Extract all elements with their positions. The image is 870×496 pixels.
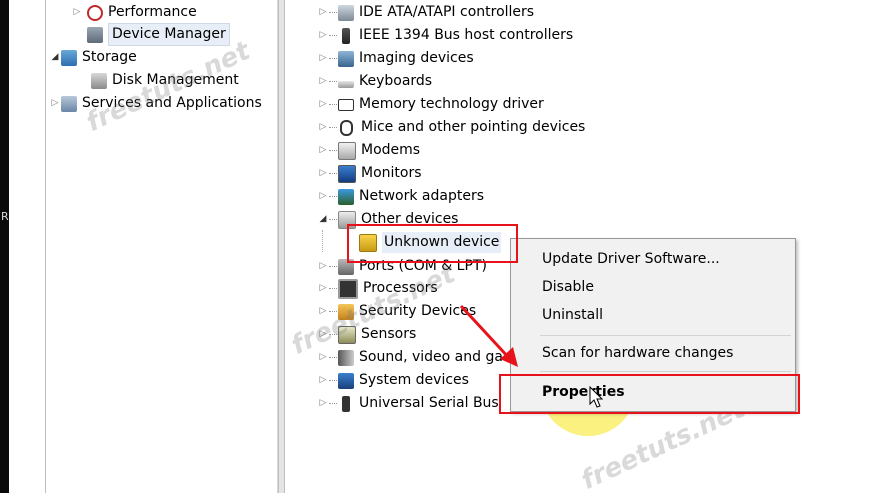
annotation-box-properties <box>499 374 800 414</box>
device-category-keyboards[interactable]: ▷ Keyboards <box>317 71 433 92</box>
tree-dots <box>329 173 337 174</box>
annotation-arrow-icon <box>459 304 518 367</box>
expand-arrow-icon[interactable]: ▷ <box>49 93 61 114</box>
ide-controller-icon <box>338 4 354 21</box>
expand-arrow-icon[interactable]: ▷ <box>71 2 83 23</box>
imaging-device-icon <box>338 50 354 67</box>
expand-arrow-icon[interactable]: ▷ <box>317 186 329 207</box>
device-category-label: Mice and other pointing devices <box>361 119 586 135</box>
tree-dots <box>329 104 337 105</box>
tree-connector-line <box>322 230 323 252</box>
tree-item-label: Device Manager <box>108 23 230 46</box>
device-category-label: Monitors <box>361 165 422 181</box>
left-edge-char: R <box>1 210 9 223</box>
device-category-usb[interactable]: ▷ Universal Serial Bus <box>317 393 499 414</box>
tree-item-label: Performance <box>108 4 197 20</box>
performance-icon <box>87 4 103 21</box>
tree-dots <box>329 150 337 151</box>
expand-arrow-icon[interactable]: ▷ <box>317 370 329 391</box>
menu-item-scan-hardware[interactable]: Scan for hardware changes <box>542 341 733 365</box>
services-icon <box>61 95 77 112</box>
device-category-memory[interactable]: ▷ Memory technology driver <box>317 94 544 115</box>
menu-item-update-driver[interactable]: Update Driver Software... <box>542 247 720 271</box>
device-category-network[interactable]: ▷ Network adapters <box>317 186 484 207</box>
expand-arrow-icon[interactable]: ▷ <box>317 163 329 184</box>
expand-arrow-icon[interactable]: ▷ <box>317 140 329 161</box>
disk-management-icon <box>91 72 107 89</box>
tree-item-device-manager[interactable]: Device Manager <box>87 23 230 46</box>
menu-item-uninstall[interactable]: Uninstall <box>542 303 603 327</box>
system-device-icon <box>338 372 354 389</box>
console-tree-pane: ▷ Performance Device Manager ◢ Storage D… <box>9 0 278 493</box>
device-category-ide[interactable]: ▷ IDE ATA/ATAPI controllers <box>317 2 534 23</box>
pane-splitter[interactable] <box>278 0 285 493</box>
device-category-label: Keyboards <box>359 73 433 89</box>
device-category-imaging[interactable]: ▷ Imaging devices <box>317 48 474 69</box>
ieee1394-icon <box>342 27 350 44</box>
modem-icon <box>338 141 356 160</box>
tree-dots <box>329 81 337 82</box>
device-category-label: Universal Serial Bus <box>359 395 499 411</box>
expand-arrow-icon[interactable]: ▷ <box>317 117 329 138</box>
tree-dots <box>329 288 337 289</box>
device-category-mice[interactable]: ▷ Mice and other pointing devices <box>317 117 585 138</box>
usb-icon <box>342 395 350 412</box>
device-category-modems[interactable]: ▷ Modems <box>317 140 420 161</box>
device-category-label: Imaging devices <box>359 50 474 66</box>
expand-arrow-icon[interactable]: ▷ <box>317 393 329 414</box>
tree-dots <box>329 219 337 220</box>
tree-item-performance[interactable]: ▷ Performance <box>71 2 197 23</box>
menu-separator <box>540 371 791 372</box>
tree-dots <box>329 35 337 36</box>
mouse-icon <box>340 119 353 136</box>
keyboard-icon <box>338 80 354 88</box>
device-category-ieee1394[interactable]: ▷ IEEE 1394 Bus host controllers <box>317 25 573 46</box>
expand-arrow-icon[interactable]: ▷ <box>317 2 329 23</box>
expand-arrow-icon[interactable]: ▷ <box>317 48 329 69</box>
device-category-label: Network adapters <box>359 188 484 204</box>
network-adapter-icon <box>338 188 354 205</box>
menu-item-disable[interactable]: Disable <box>542 275 594 299</box>
menu-separator <box>540 335 791 336</box>
tree-dots <box>329 12 337 13</box>
monitor-icon <box>338 164 356 183</box>
tree-dots <box>329 380 337 381</box>
memory-icon <box>338 98 354 111</box>
tree-item-storage[interactable]: ◢ Storage <box>49 47 137 68</box>
device-category-label: IDE ATA/ATAPI controllers <box>359 4 535 20</box>
left-window-edge: R <box>0 0 9 493</box>
tree-dots <box>329 266 337 267</box>
storage-icon <box>61 49 77 66</box>
tree-dots <box>329 357 337 358</box>
device-category-label: Memory technology driver <box>359 96 544 112</box>
device-category-system[interactable]: ▷ System devices <box>317 370 469 391</box>
expand-arrow-icon[interactable]: ▷ <box>317 71 329 92</box>
annotation-box-unknown-device <box>347 224 518 263</box>
expand-arrow-icon[interactable]: ▷ <box>317 25 329 46</box>
tree-item-label: Storage <box>82 49 137 65</box>
collapse-arrow-icon[interactable]: ◢ <box>49 47 61 68</box>
device-category-label: IEEE 1394 Bus host controllers <box>359 27 574 43</box>
device-manager-icon <box>87 26 103 43</box>
tree-dots <box>329 196 337 197</box>
expand-arrow-icon[interactable]: ▷ <box>317 94 329 115</box>
processor-icon <box>338 278 358 299</box>
device-category-monitors[interactable]: ▷ Monitors <box>317 163 422 184</box>
tree-dots <box>329 403 337 404</box>
tree-indent-line <box>45 0 46 493</box>
expand-arrow-icon[interactable]: ▷ <box>317 256 329 277</box>
device-category-label: System devices <box>359 372 469 388</box>
collapse-arrow-icon[interactable]: ◢ <box>317 209 329 230</box>
expand-arrow-icon[interactable]: ▷ <box>317 278 329 299</box>
tree-dots <box>329 127 337 128</box>
sound-icon <box>338 349 354 366</box>
tree-dots <box>329 58 337 59</box>
device-category-label: Modems <box>361 142 421 158</box>
